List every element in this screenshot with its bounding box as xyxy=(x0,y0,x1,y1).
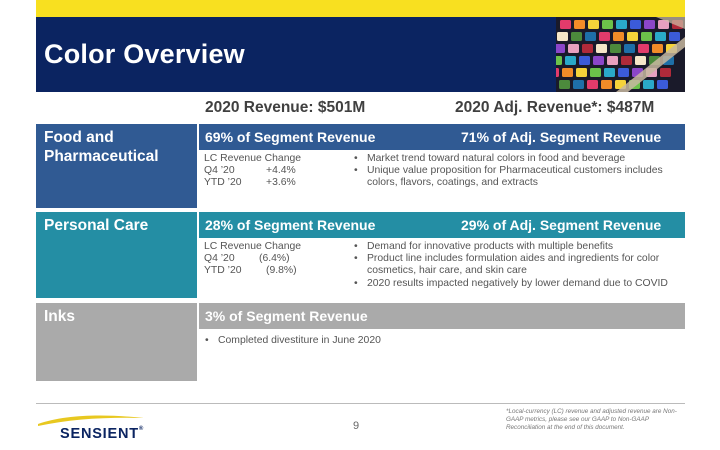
inks-bullets: Completed divestiture in June 2020 xyxy=(204,335,504,347)
food-bullets: Market trend toward natural colors in fo… xyxy=(353,153,673,190)
lc-period: YTD ’20 xyxy=(204,177,242,189)
logo-mark: ® xyxy=(138,426,144,432)
revenue-header: 2020 Revenue: $501M xyxy=(205,99,366,116)
adj-pct: 71% of Adj. Segment Revenue xyxy=(461,129,662,145)
makeup-palette-image xyxy=(556,17,685,92)
lc-value: +3.6% xyxy=(266,177,296,189)
personal-care-bullets: Demand for innovative products with mult… xyxy=(353,241,673,290)
adj-revenue-header: 2020 Adj. Revenue*: $487M xyxy=(455,99,655,116)
segment-pct: 69% of Segment Revenue xyxy=(205,129,376,145)
segment-personal-care-pct-bar: 28% of Segment Revenue 29% of Adj. Segme… xyxy=(199,212,685,238)
adj-pct: 29% of Adj. Segment Revenue xyxy=(461,217,662,233)
footer-divider xyxy=(36,403,685,404)
segment-food-pharma-label: Food and Pharmaceutical xyxy=(36,124,197,208)
segment-name: Inks xyxy=(44,308,76,325)
segment-pct: 28% of Segment Revenue xyxy=(205,217,376,233)
lc-period: Q4 ’20 xyxy=(204,253,235,265)
lc-title: LC Revenue Change xyxy=(204,241,302,252)
segment-name: Food and Pharmaceutical xyxy=(44,129,159,165)
list-item: Market trend toward natural colors in fo… xyxy=(353,153,673,165)
lc-period: Q4 ’20 xyxy=(204,165,235,177)
list-item: 2020 results impacted negatively by lowe… xyxy=(353,278,673,290)
segment-name: Personal Care xyxy=(44,217,149,234)
segment-food-pharma-pct-bar: 69% of Segment Revenue 71% of Adj. Segme… xyxy=(199,124,685,150)
title-banner: Color Overview xyxy=(36,17,685,92)
list-item: Completed divestiture in June 2020 xyxy=(204,335,504,347)
lc-period: YTD ’20 xyxy=(204,265,242,277)
segment-inks-pct-bar: 3% of Segment Revenue xyxy=(199,303,685,329)
footnote: *Local-currency (LC) revenue and adjuste… xyxy=(506,408,677,431)
top-accent-bar xyxy=(36,0,685,17)
lc-value: (9.8%) xyxy=(266,265,297,277)
list-item: Demand for innovative products with mult… xyxy=(353,241,673,253)
page-number: 9 xyxy=(353,420,360,432)
list-item: Unique value proposition for Pharmaceuti… xyxy=(353,165,673,189)
lc-value: (6.4%) xyxy=(259,253,290,265)
lc-change-personal-care: LC Revenue Change Q4 ’20 (6.4%) YTD ’20 (9… xyxy=(204,241,301,278)
segment-personal-care-label: Personal Care xyxy=(36,212,197,298)
sensient-logo: SENSIENT® xyxy=(60,426,143,442)
lc-change-food: LC Revenue Change Q4 ’20 +4.4% YTD ’20 +3.… xyxy=(204,153,301,190)
lc-value: +4.4% xyxy=(266,165,296,177)
list-item: Product line includes formulation aides … xyxy=(353,253,673,277)
logo-text: SENSIENT xyxy=(60,426,139,442)
lc-title: LC Revenue Change xyxy=(204,153,302,164)
segment-pct: 3% of Segment Revenue xyxy=(205,308,368,324)
page-title: Color Overview xyxy=(44,39,245,69)
segment-inks-label: Inks xyxy=(36,303,197,381)
